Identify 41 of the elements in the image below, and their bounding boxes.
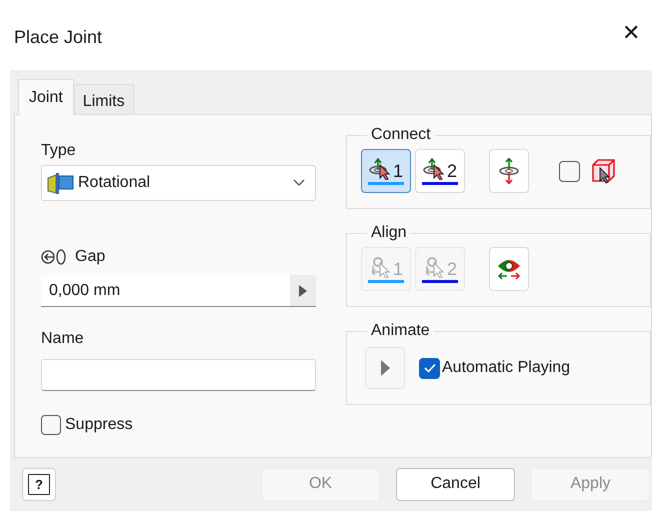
- gap-field[interactable]: 0,000 mm: [41, 275, 316, 307]
- play-icon: [298, 284, 308, 296]
- checkmark-icon: [424, 363, 436, 373]
- tab[interactable]: Joint: [18, 79, 74, 115]
- cube-cursor-icon: [590, 157, 618, 185]
- suppress-checkbox[interactable]: [41, 415, 61, 435]
- gap-icon: [41, 248, 67, 266]
- align-pick-icon: [422, 256, 447, 278]
- suppress-label: Suppress: [65, 415, 133, 435]
- close-button[interactable]: ✕: [618, 22, 644, 44]
- pick-icon: [422, 158, 447, 180]
- animate-legend: Animate: [367, 319, 434, 343]
- align-pick-icon: [368, 256, 393, 278]
- pick-button[interactable]: 2: [415, 149, 465, 193]
- hinge-icon: [46, 171, 74, 195]
- gap-value: 0,000 mm: [48, 280, 122, 300]
- dialog-button[interactable]: Cancel: [396, 468, 515, 500]
- flip-button[interactable]: [489, 149, 529, 193]
- play-button[interactable]: [365, 347, 405, 389]
- name-label: Name: [41, 329, 85, 349]
- connect-legend: Connect: [367, 123, 435, 147]
- pick-icon: [368, 158, 393, 180]
- gap-label: Gap: [75, 247, 106, 267]
- align-legend: Align: [367, 221, 411, 245]
- play-icon: [380, 360, 390, 376]
- automatic-playing-label: Automatic Playing: [442, 358, 570, 378]
- window-title: Place Joint: [14, 26, 102, 49]
- checkbox[interactable]: [559, 160, 580, 182]
- help-button[interactable]: ?: [22, 468, 56, 500]
- pick-button[interactable]: 1: [361, 149, 411, 193]
- eye-button[interactable]: [489, 247, 529, 291]
- name-field[interactable]: [41, 359, 316, 391]
- tab[interactable]: Limits: [74, 84, 134, 114]
- type-label: Type: [41, 141, 77, 161]
- type-dropdown[interactable]: Rotational: [41, 165, 316, 201]
- type-value: Rotational: [78, 173, 152, 193]
- eye-icon: [496, 258, 522, 280]
- flip-arrows-icon: [498, 158, 520, 184]
- chevron-down-icon: [293, 179, 305, 187]
- play-button[interactable]: [290, 275, 316, 306]
- automatic-playing-checkbox[interactable]: [419, 358, 440, 378]
